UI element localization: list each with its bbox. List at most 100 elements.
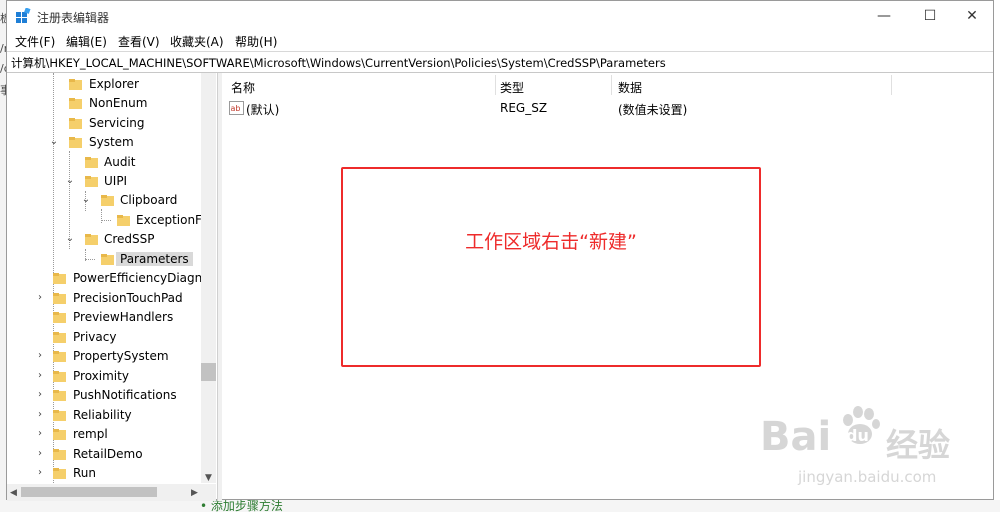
tree-item-nonenum[interactable]: NonEnum [7,94,201,113]
regedit-icon [16,8,31,23]
reg-string-icon: ab [229,101,244,115]
tree-item-label: Parameters [116,252,193,266]
chevron-down-icon[interactable]: ⌄ [81,195,91,205]
tree-item-run[interactable]: › Run [7,464,201,483]
key-tree: Explorer NonEnum Servicing ⌄ System Audi… [7,73,216,501]
folder-icon [53,409,66,422]
folder-icon [53,448,66,461]
chevron-down-icon[interactable]: ⌄ [65,176,75,186]
folder-icon [85,233,98,246]
chevron-right-icon[interactable]: › [35,293,45,303]
folder-icon [53,370,66,383]
tree-item-label: ExceptionFor [136,213,201,227]
chevron-right-icon[interactable]: › [35,429,45,439]
tree-item-reliability[interactable]: › Reliability [7,406,201,425]
tree-item-powerefficiency[interactable]: PowerEfficiencyDiagnos [7,269,201,288]
chevron-down-icon[interactable]: ⌄ [49,137,59,147]
watermark-brand-cn: 经验 [886,426,951,464]
tree-item-label: Run [73,466,97,480]
tree-item-retaildemo[interactable]: › RetailDemo [7,445,201,464]
value-type: REG_SZ [500,101,548,115]
watermark-brand: Bai [760,414,832,460]
annotation-text: 工作区域右击“新建” [465,231,637,253]
tree-item-audit[interactable]: Audit [7,153,201,172]
chevron-right-icon[interactable]: › [35,371,45,381]
tree-item-privacy[interactable]: Privacy [7,328,201,347]
scroll-right-icon[interactable]: ▶ [191,488,198,498]
value-name: (默认) [246,103,280,117]
tree-item-label: rempl [73,427,108,441]
menu-view[interactable]: 查看(V) [118,33,160,50]
folder-icon [101,253,114,266]
tree-item-propertysystem[interactable]: › PropertySystem [7,347,201,366]
background-bottom-strip: • 添加步骤方法 [0,499,1000,513]
menu-edit[interactable]: 编辑(E) [66,33,107,50]
tree-item-servicing[interactable]: Servicing [7,114,201,133]
tree-item-previewhandlers[interactable]: PreviewHandlers [7,308,201,327]
tree-item-pushnotifications[interactable]: › PushNotifications [7,386,201,405]
scroll-down-icon[interactable]: ▼ [205,473,212,483]
folder-icon [53,428,66,441]
title-bar[interactable]: 注册表编辑器 — ☐ ✕ [7,1,993,31]
address-path[interactable]: 计算机\HKEY_LOCAL_MACHINE\SOFTWARE\Microsof… [11,55,666,71]
tree-item-exceptionfor[interactable]: ExceptionFor [7,211,201,230]
tree-item-rempl[interactable]: › rempl [7,425,201,444]
tree-hscroll-thumb[interactable] [21,487,157,497]
folder-icon [117,214,130,227]
svg-text:ab: ab [231,104,241,113]
tree-vertical-scrollbar[interactable] [201,73,216,483]
annotation-box: 工作区域右击“新建” [341,167,761,367]
tree-item-label: PushNotifications [73,388,177,402]
menu-help[interactable]: 帮助(H) [235,33,277,50]
tree-item-label: NonEnum [89,96,148,110]
tree-item-label: PropertySystem [73,349,169,363]
column-header-data[interactable]: 数据 [618,79,642,101]
folder-icon [53,350,66,363]
tree-scroll-thumb[interactable] [201,363,216,381]
maximize-button[interactable]: ☐ [907,1,953,31]
window-title: 注册表编辑器 [37,11,110,25]
tree-item-label: Explorer [89,77,139,91]
chevron-right-icon[interactable]: › [35,390,45,400]
tree-item-proximity[interactable]: › Proximity [7,367,201,386]
tree-item-explorer[interactable]: Explorer [7,75,201,94]
column-separator[interactable] [495,75,496,95]
folder-icon [53,467,66,480]
chevron-right-icon[interactable]: › [35,468,45,478]
baidu-watermark: Bai du 经验 jingyan.baidu.com [760,400,990,495]
address-bar[interactable]: 计算机\HKEY_LOCAL_MACHINE\SOFTWARE\Microsof… [7,51,993,73]
tree-item-credssp[interactable]: ⌄ CredSSP [7,230,201,249]
tree-item-label: PowerEfficiencyDiagnos [73,271,201,285]
tree-item-label: Privacy [73,330,117,344]
chevron-right-icon[interactable]: › [35,351,45,361]
tree-item-clipboard[interactable]: ⌄ Clipboard [7,191,201,210]
tree-item-label: CredSSP [104,232,155,246]
column-separator[interactable] [891,75,892,95]
menu-file[interactable]: 文件(F) [15,33,55,50]
watermark-url: jingyan.baidu.com [798,468,937,486]
folder-icon [85,156,98,169]
column-header-type[interactable]: 类型 [500,79,524,101]
scroll-left-icon[interactable]: ◀ [10,488,17,498]
folder-icon [53,331,66,344]
tree-item-label: RetailDemo [73,447,143,461]
tree-item-label: Audit [104,155,136,169]
tree-item-parameters[interactable]: Parameters [7,250,201,269]
tree-item-uipi[interactable]: ⌄ UIPI [7,172,201,191]
chevron-right-icon[interactable]: › [35,410,45,420]
chevron-down-icon[interactable]: ⌄ [65,234,75,244]
menu-favorites[interactable]: 收藏夹(A) [170,33,224,50]
folder-icon [101,194,114,207]
tree-item-label: Servicing [89,116,145,130]
tree-item-system[interactable]: ⌄ System [7,133,201,152]
column-separator[interactable] [611,75,612,95]
chevron-right-icon[interactable]: › [35,449,45,459]
folder-icon [85,175,98,188]
folder-icon [69,97,82,110]
tree-item-label: PreviewHandlers [73,310,174,324]
tree-item-precisiontouchpad[interactable]: › PrecisionTouchPad [7,289,201,308]
close-button[interactable]: ✕ [949,1,995,31]
minimize-button[interactable]: — [861,1,907,31]
folder-icon [53,389,66,402]
column-header-name[interactable]: 名称 [231,79,255,101]
